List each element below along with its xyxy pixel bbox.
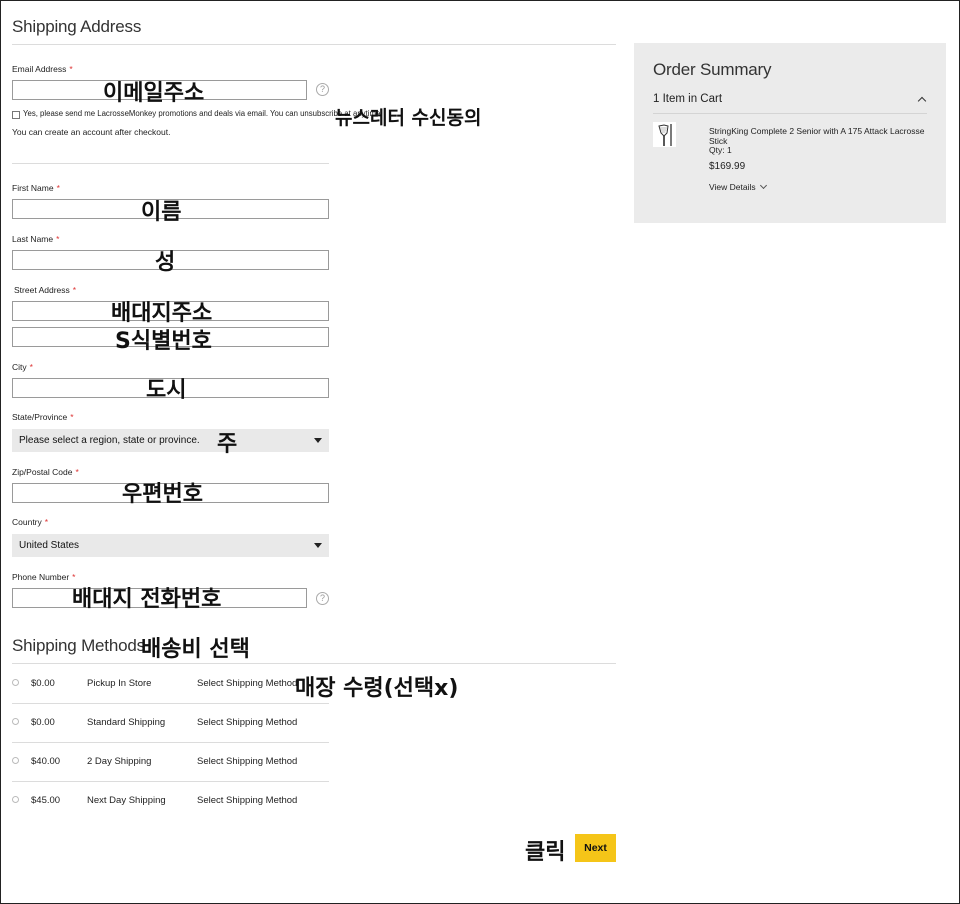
shipping-method-price: $0.00 [31,678,55,689]
newsletter-checkbox[interactable] [12,111,20,119]
last-name-label: Last Name * [12,234,60,244]
newsletter-text: Yes, please send me LacrosseMonkey promo… [23,109,383,118]
shipping-method-row[interactable]: $0.00 Standard Shipping Select Shipping … [12,703,329,742]
annotation-shipping-methods: 배송비 선택 [141,637,250,662]
divider [12,44,616,45]
street-address-label: Street Address * [14,285,77,295]
order-summary-panel: Order Summary 1 Item in Cart StringKing … [634,43,946,223]
shipping-method-price: $40.00 [31,756,61,767]
annotation-pickup: 매장 수령(선택x) [295,676,459,701]
annotation-zip: 우편번호 [122,482,203,507]
view-details-label: View Details [709,182,756,192]
product-price: $169.99 [709,161,746,172]
email-label: Email Address * [12,64,73,74]
state-select-value: Please select a region, state or provinc… [19,435,200,446]
phone-help-icon[interactable]: ? [316,592,329,605]
phone-label: Phone Number * [12,572,76,582]
zip-label: Zip/Postal Code * [12,467,79,477]
chevron-up-icon[interactable] [917,96,927,106]
order-summary-title: Order Summary [653,60,772,79]
annotation-phone: 배대지 전화번호 [72,587,222,612]
shipping-method-radio[interactable] [12,718,19,725]
divider [653,113,927,114]
shipping-method-action: Select Shipping Method [197,795,298,806]
shipping-method-radio[interactable] [12,757,19,764]
shipping-method-name: Standard Shipping [87,717,166,728]
shipping-method-price: $45.00 [31,795,61,806]
shipping-method-radio[interactable] [12,796,19,803]
shipping-method-name: Next Day Shipping [87,795,166,806]
shipping-method-row[interactable]: $45.00 Next Day Shipping Select Shipping… [12,781,329,820]
country-label: Country * [12,517,49,527]
annotation-last-name: 성 [155,250,176,275]
annotation-email: 이메일주소 [103,81,205,106]
chevron-down-icon [759,181,767,190]
country-select-value: United States [19,540,80,551]
shipping-method-row[interactable]: $0.00 Pickup In Store Select Shipping Me… [12,664,329,703]
annotation-city: 도시 [146,378,187,403]
annotation-street2: S식별번호 [115,329,212,354]
divider [12,163,329,164]
account-note: You can create an account after checkout… [12,127,171,137]
dropdown-arrow-icon [314,438,322,443]
shipping-address-title: Shipping Address [12,17,142,36]
shipping-method-row[interactable]: $40.00 2 Day Shipping Select Shipping Me… [12,742,329,781]
shipping-method-action: Select Shipping Method [197,678,298,689]
product-name[interactable]: StringKing Complete 2 Senior with A 175 … [709,126,939,146]
shipping-method-price: $0.00 [31,717,55,728]
cart-count[interactable]: 1 Item in Cart [653,93,722,105]
product-qty: Qty: 1 [709,145,732,155]
city-label: City * [12,362,33,372]
view-details-toggle[interactable]: View Details [709,181,767,192]
country-select[interactable]: United States [12,534,329,557]
annotation-state: 주 [217,432,238,457]
lacrosse-stick-icon [658,124,672,146]
next-button[interactable]: Next [575,834,616,862]
email-help-icon[interactable]: ? [316,83,329,96]
product-thumbnail [653,122,676,147]
annotation-click: 클릭 [525,840,566,865]
annotation-newsletter: 뉴스레터 수신동의 [335,107,482,129]
dropdown-arrow-icon [314,543,322,548]
shipping-method-action: Select Shipping Method [197,717,298,728]
shipping-method-radio[interactable] [12,679,19,686]
state-select[interactable]: Please select a region, state or provinc… [12,429,329,452]
shipping-method-action: Select Shipping Method [197,756,298,767]
shipping-methods-title: Shipping Methods [12,636,145,655]
first-name-label: First Name * [12,183,60,193]
shipping-method-name: Pickup In Store [87,678,152,689]
annotation-first-name: 이름 [141,200,182,225]
state-label: State/Province * [12,412,74,422]
shipping-method-name: 2 Day Shipping [87,756,152,767]
